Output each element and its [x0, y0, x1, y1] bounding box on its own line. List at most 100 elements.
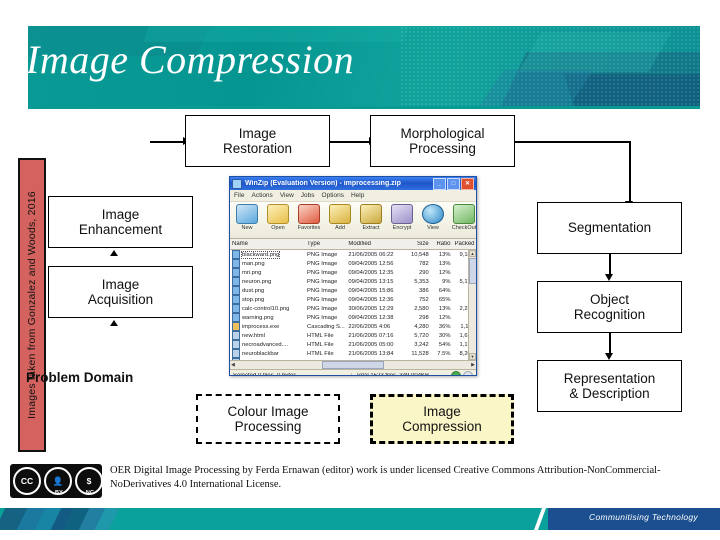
scroll-up-icon[interactable]: ▲	[469, 250, 476, 257]
toolbar-button-favorites[interactable]: Favorites	[294, 204, 324, 231]
status-selected-files: Selected 0 files, 0 bytes	[230, 372, 352, 375]
file-row-ratio: 36%	[431, 360, 453, 361]
checkout-icon	[453, 204, 475, 224]
winzip-title-text: WinZip (Evaluation Version) - improcessi…	[245, 180, 401, 187]
menu-item-options[interactable]: Options	[322, 192, 344, 199]
file-list[interactable]: ▲ ▼ blackward.png PNG Image 21/06/2005 06:…	[230, 250, 476, 360]
toolbar-label-favorites: Favorites	[297, 225, 321, 231]
window-controls: _ □ ✕	[433, 177, 474, 190]
slide-root: Image Compression Images taken from Gonz…	[0, 0, 720, 540]
column-header-name[interactable]: Name	[230, 241, 305, 247]
file-list-row[interactable]: necroadvanced.... HTML File 21/06/2005 05:…	[230, 340, 476, 349]
file-list-vertical-scrollbar[interactable]: ▲ ▼	[468, 250, 476, 360]
file-list-row[interactable]: stop.pngPNG Image09/04/2005 12:3675265%2	[230, 295, 476, 304]
connector-restoration-to-morph	[330, 141, 370, 143]
column-header-packed[interactable]: Packed	[452, 241, 476, 247]
box-representation-description[interactable]: Representation & Description	[537, 360, 682, 412]
file-row-name: semoreview.html	[230, 358, 305, 360]
hscroll-right-icon[interactable]: ▶	[471, 362, 475, 368]
file-list-column-headers[interactable]: Name Type Modified Size Ratio Packed	[230, 239, 476, 250]
file-list-row[interactable]: calc-control10.png PNG Image 30/06/2005 12…	[230, 304, 476, 313]
column-header-size[interactable]: Size	[404, 241, 431, 247]
file-list-row[interactable]: semoreview.html HTM File21/06/2005 09:165…	[230, 358, 476, 360]
page-title: Image Compression	[28, 37, 355, 82]
toolbar-label-open: Open	[271, 225, 285, 231]
winzip-window[interactable]: WinZip (Evaluation Version) - improcessi…	[229, 176, 477, 376]
file-row-name-text: stop.png	[242, 296, 265, 303]
file-row-ratio: 13%	[438, 260, 451, 267]
box-image-acquisition[interactable]: Image Acquisition	[48, 266, 193, 318]
file-type-icon	[232, 250, 240, 259]
box-object-recognition-label: Object Recognition	[573, 291, 646, 322]
file-row-name: stop.png	[230, 295, 305, 304]
close-button[interactable]: ✕	[461, 177, 474, 190]
footer-white-slash	[533, 508, 547, 530]
winzip-title-bar[interactable]: WinZip (Evaluation Version) - improcessi…	[230, 177, 476, 190]
toolbar-label-extract: Extract	[362, 225, 380, 231]
box-image-compression[interactable]: Image Compression	[370, 394, 514, 444]
file-list-row[interactable]: mri.pngPNG Image09/04/2005 12:3529012%2	[230, 268, 476, 277]
scrollbar-thumb[interactable]	[469, 258, 476, 284]
minimize-button[interactable]: _	[433, 177, 446, 190]
file-row-size: 2,580	[414, 305, 429, 312]
winzip-toolbar[interactable]: New Open Favorites Add Extract Encrypt V…	[230, 202, 476, 239]
box-morphological-processing[interactable]: Morphological Processing	[370, 115, 515, 167]
file-list-row[interactable]: neuron.png PNG Image 09/04/2005 13:15 5,353…	[230, 277, 476, 286]
column-header-type[interactable]: Type	[305, 241, 346, 247]
column-header-ratio[interactable]: Ratio	[431, 241, 453, 247]
view-icon	[422, 204, 444, 224]
label-problem-domain: Problem Domain	[26, 370, 134, 385]
winzip-menu-bar[interactable]: File Actions View Jobs Options Help	[230, 190, 476, 202]
file-row-size: 10,548	[410, 251, 429, 258]
file-type-icon	[232, 358, 240, 360]
hscrollbar-thumb[interactable]	[322, 361, 384, 369]
winzip-status-bar: Selected 0 files, 0 bytes Total 1523 fil…	[230, 369, 476, 375]
file-row-modified: 21/06/2005 13:84	[348, 350, 394, 357]
file-row-name-text: neuroblackbar	[242, 350, 279, 357]
box-segmentation[interactable]: Segmentation	[537, 202, 682, 254]
toolbar-button-extract[interactable]: Extract	[356, 204, 386, 231]
header-dot-texture	[400, 26, 700, 106]
toolbar-button-encrypt[interactable]: Encrypt	[387, 204, 417, 231]
file-list-row[interactable]: new.html HTML File 21/06/2005 07:16 5,720 30…	[230, 331, 476, 340]
toolbar-button-new[interactable]: New	[232, 204, 262, 231]
cc-nc-mark: $ NC	[75, 467, 105, 496]
file-list-row[interactable]: improcess.exe Cascading S... 22/06/2005 4:…	[230, 322, 476, 331]
menu-item-help[interactable]: Help	[351, 192, 364, 199]
file-list-row[interactable]: blackward.png PNG Image 21/06/2005 06:22 10…	[230, 250, 476, 259]
hscroll-left-icon[interactable]: ◀	[231, 362, 235, 368]
connector-enhance-to-restoration	[150, 141, 184, 143]
file-row-type: PNG Image	[307, 251, 338, 258]
box-image-enhancement[interactable]: Image Enhancement	[48, 196, 193, 248]
status-grey-indicator-icon	[463, 370, 473, 375]
file-list-horizontal-scrollbar[interactable]: ◀ ▶	[230, 360, 476, 369]
menu-item-file[interactable]: File	[234, 192, 244, 199]
toolbar-label-new: New	[241, 225, 253, 231]
box-morphological-processing-label: Morphological Processing	[400, 125, 485, 156]
column-header-modified[interactable]: Modified	[346, 241, 403, 247]
toolbar-button-view[interactable]: View	[418, 204, 448, 231]
toolbar-label-add: Add	[335, 225, 345, 231]
file-list-row[interactable]: dust.pngPNG Image09/04/2005 15:8638664%5	[230, 286, 476, 295]
scroll-down-icon[interactable]: ▼	[469, 353, 476, 360]
toolbar-button-open[interactable]: Open	[263, 204, 293, 231]
file-row-name-text: necroadvanced....	[242, 341, 289, 348]
menu-item-jobs[interactable]: Jobs	[301, 192, 315, 199]
file-list-row[interactable]: warning.png PNG Image 09/04/2005 12:38 298 1…	[230, 313, 476, 322]
menu-item-actions[interactable]: Actions	[251, 192, 272, 199]
file-list-row[interactable]: neuroblackbar HTML File 21/06/2005 13:84 11…	[230, 349, 476, 358]
menu-item-view[interactable]: View	[280, 192, 294, 199]
winzip-app-icon	[232, 178, 242, 189]
file-row-ratio: 54%	[438, 341, 451, 348]
toolbar-button-checkout[interactable]: CheckOut	[449, 204, 476, 231]
file-row-name-text: calc-control10.png	[242, 305, 290, 312]
file-list-row[interactable]: man.pngPNG Image09/04/2005 12:5678213%2	[230, 259, 476, 268]
footer-tagline: Communitising Technology	[589, 512, 698, 522]
file-row-type: PNG Image	[307, 260, 338, 267]
toolbar-button-add[interactable]: Add	[325, 204, 355, 231]
box-image-restoration[interactable]: Image Restoration	[185, 115, 330, 167]
maximize-button[interactable]: □	[447, 177, 460, 190]
file-row-name-text: semoreview.html	[242, 360, 285, 361]
box-colour-image-processing[interactable]: Colour Image Processing	[196, 394, 340, 444]
box-object-recognition[interactable]: Object Recognition	[537, 281, 682, 333]
